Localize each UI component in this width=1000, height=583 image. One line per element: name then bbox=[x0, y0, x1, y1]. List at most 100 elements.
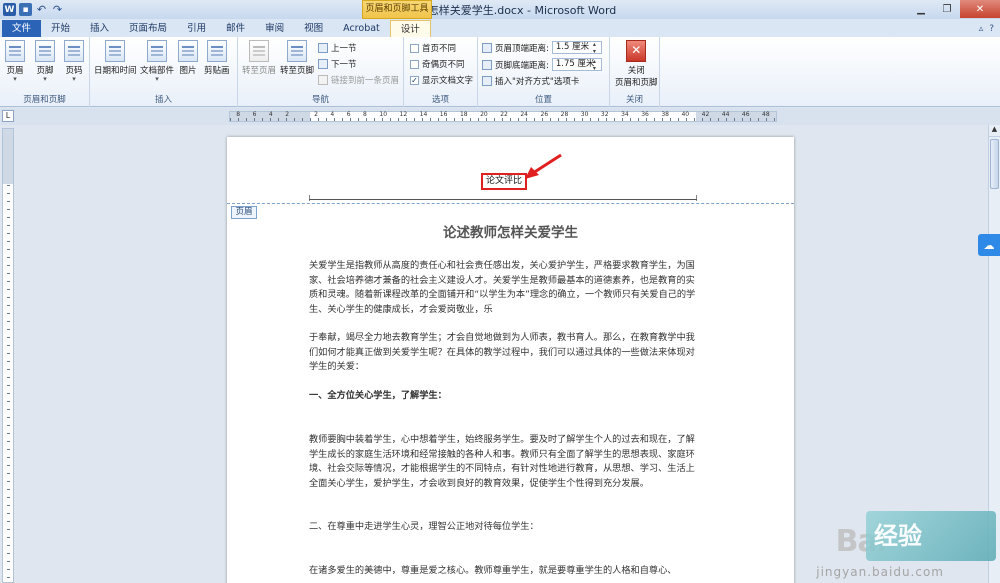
checkbox-icon bbox=[410, 43, 419, 53]
ruler-number: 36 bbox=[641, 111, 649, 118]
paragraph-3[interactable]: 教师要胸中装着学生，心中想着学生，始终服务学生。要及时了解学生个人的过去和现在，… bbox=[309, 433, 701, 491]
tab-insert[interactable]: 插入 bbox=[80, 20, 119, 37]
group-label: 选项 bbox=[431, 95, 449, 105]
tab-selector[interactable]: L bbox=[2, 110, 14, 122]
group-label: 关闭 bbox=[625, 95, 643, 105]
footer-bottom-spinner[interactable]: 1.75 厘米 bbox=[551, 58, 602, 72]
header-text[interactable]: 论文评比 bbox=[481, 173, 527, 190]
next-section-button[interactable]: 下一节 bbox=[318, 58, 357, 70]
ruler-number: 14 bbox=[419, 111, 428, 118]
page-number-button[interactable]: 页码 ▾ bbox=[64, 40, 84, 83]
context-tool-title: 页眉和页脚工具 bbox=[362, 0, 432, 19]
ruler-number: 42 bbox=[701, 111, 710, 118]
horizontal-ruler[interactable]: 8 6 4 2 2 4 6 8 10 12 14 16 18 20 22 24 26 28 30 32 34 36 38 40… bbox=[229, 111, 777, 122]
heading-1[interactable]: 一、全方位关心学生，了解学生： bbox=[309, 389, 701, 404]
show-document-text-checkbox[interactable]: ✓ 显示文档文字 bbox=[410, 74, 473, 86]
paragraph-1[interactable]: 关爱学生是指教师从高度的责任心和社会责任感出发，关心爱护学生，严格要求教育学生，… bbox=[309, 259, 701, 317]
ruler-number: 12 bbox=[399, 111, 408, 118]
picture-button[interactable]: 图片 bbox=[178, 40, 198, 76]
crop-mark bbox=[309, 195, 310, 201]
header-button[interactable]: 页眉 ▾ bbox=[5, 40, 25, 83]
vertical-ruler[interactable] bbox=[2, 128, 14, 583]
clipart-button[interactable]: 剪贴画 bbox=[204, 40, 230, 76]
footer-button[interactable]: 页脚 ▾ bbox=[35, 40, 55, 83]
different-first-page-checkbox[interactable]: 首页不同 bbox=[410, 42, 456, 54]
cloud-icon[interactable]: ☁ bbox=[978, 234, 1000, 256]
ruler-number: 16 bbox=[439, 111, 448, 118]
chevron-down-icon: ▾ bbox=[13, 75, 17, 83]
ruler-number: 2 bbox=[285, 111, 290, 118]
redo-icon[interactable]: ↷ bbox=[51, 3, 64, 16]
close-header-footer-button[interactable]: 关闭 页眉和页脚 bbox=[615, 40, 658, 88]
vertical-scrollbar[interactable]: ▲ bbox=[988, 125, 1000, 583]
heading-2[interactable]: 二、在尊重中走进学生心灵，理智公正地对待每位学生： bbox=[309, 520, 701, 535]
tab-acrobat[interactable]: Acrobat bbox=[333, 20, 390, 37]
goto-header-button[interactable]: 转至页眉 bbox=[242, 40, 276, 76]
checkbox-icon bbox=[410, 59, 419, 69]
collapse-ribbon-icon[interactable]: ▵ bbox=[979, 24, 984, 34]
prev-section-button[interactable]: 上一节 bbox=[318, 42, 357, 54]
different-odd-even-checkbox[interactable]: 奇偶页不同 bbox=[410, 58, 465, 70]
group-navigation: 转至页眉 转至页脚 上一节 下一节 链接到前一条页眉 导航 bbox=[238, 37, 404, 107]
ruler-number: 38 bbox=[661, 111, 669, 118]
ruler-number: 4 bbox=[330, 111, 335, 118]
word-app-icon[interactable]: W bbox=[3, 3, 16, 16]
insert-alignment-tab-button[interactable]: 插入"对齐方式"选项卡 bbox=[482, 75, 579, 87]
minimize-button[interactable]: ▁ bbox=[908, 0, 934, 18]
red-arrow-icon bbox=[525, 153, 562, 179]
ruler-number: 28 bbox=[560, 111, 569, 118]
header-tag: 页眉 bbox=[231, 206, 257, 219]
scroll-thumb[interactable] bbox=[990, 139, 999, 189]
ruler-number: 22 bbox=[500, 111, 508, 118]
clipart-icon bbox=[206, 40, 227, 62]
paragraph-2[interactable]: 于奉献，竭尽全力地去教育学生；才会自觉地做到为人师表，教书育人。那么，在教育教学… bbox=[309, 331, 701, 375]
doc-parts-icon bbox=[147, 40, 167, 62]
alignment-tab-icon bbox=[482, 76, 492, 86]
ruler-number: 2 bbox=[314, 111, 318, 118]
group-label: 导航 bbox=[311, 95, 329, 105]
link-previous-button[interactable]: 链接到前一条页眉 bbox=[318, 74, 399, 86]
ruler-number: 24 bbox=[520, 111, 528, 118]
ribbon-controls: ▵ ? bbox=[979, 20, 1000, 37]
footer-distance-icon bbox=[482, 59, 492, 70]
footer-bottom-distance: 页脚底端距离: 1.75 厘米 bbox=[482, 58, 602, 72]
goto-header-icon bbox=[249, 40, 269, 62]
restore-button[interactable]: ❐ bbox=[934, 0, 960, 18]
link-icon bbox=[318, 75, 328, 85]
group-options: 首页不同 奇偶页不同 ✓ 显示文档文字 选项 bbox=[404, 37, 478, 107]
scroll-up-icon[interactable]: ▲ bbox=[989, 125, 1000, 137]
help-icon[interactable]: ? bbox=[989, 24, 994, 34]
tab-mailings[interactable]: 邮件 bbox=[216, 20, 255, 37]
tab-file[interactable]: 文件 bbox=[2, 20, 42, 37]
goto-footer-icon bbox=[287, 40, 307, 62]
tab-page-layout[interactable]: 页面布局 bbox=[119, 20, 177, 37]
undo-icon[interactable]: ↶ bbox=[35, 3, 48, 16]
group-label: 位置 bbox=[534, 95, 552, 105]
save-icon[interactable]: ▪ bbox=[19, 3, 32, 16]
group-header-footer: 页眉 ▾ 页脚 ▾ 页码 ▾ 页眉和页脚 bbox=[0, 37, 90, 107]
close-icon bbox=[626, 40, 647, 62]
ruler-number: 40 bbox=[681, 111, 690, 118]
tab-design[interactable]: 设计 bbox=[389, 20, 431, 37]
ruler-number: 20 bbox=[480, 111, 488, 118]
tab-home[interactable]: 开始 bbox=[41, 20, 80, 37]
tab-references[interactable]: 引用 bbox=[177, 20, 216, 37]
tab-review[interactable]: 审阅 bbox=[255, 20, 294, 37]
paragraph-4[interactable]: 在诸多爱生的美德中，尊重是爱之核心。教师尊重学生，就是要尊重学生的人格和自尊心、 bbox=[309, 564, 701, 579]
document-title[interactable]: 论述教师怎样关爱学生 bbox=[227, 221, 794, 241]
close-window-button[interactable]: ✕ bbox=[960, 0, 1000, 18]
datetime-button[interactable]: 日期和时间 bbox=[94, 40, 137, 76]
tab-view[interactable]: 视图 bbox=[294, 20, 333, 37]
header-boundary bbox=[227, 203, 794, 204]
goto-footer-button[interactable]: 转至页脚 bbox=[280, 40, 314, 76]
document-area[interactable]: 论文评比 页眉 论述教师怎样关爱学生 关爱学生是指教师从高度的责任心和社会责任感… bbox=[16, 125, 988, 583]
title-bar: W ▪ ↶ ↷ 论述教师怎样关爱学生.docx - Microsoft Word… bbox=[0, 0, 1000, 19]
doc-parts-button[interactable]: 文档部件 ▾ bbox=[140, 40, 174, 83]
header-top-distance: 页眉顶端距离: 1.5 厘米 bbox=[482, 41, 602, 55]
prev-section-icon bbox=[318, 43, 328, 53]
header-icon bbox=[5, 40, 25, 62]
ruler-numbers: 8 6 4 2 2 4 6 8 10 12 14 16 18 20 22 24 26 28 30 32 34 36 38 40… bbox=[230, 111, 776, 120]
header-top-spinner[interactable]: 1.5 厘米 bbox=[551, 41, 602, 55]
ruler-number: 8 bbox=[236, 111, 241, 118]
document-page[interactable]: 论文评比 页眉 论述教师怎样关爱学生 关爱学生是指教师从高度的责任心和社会责任感… bbox=[227, 137, 794, 583]
